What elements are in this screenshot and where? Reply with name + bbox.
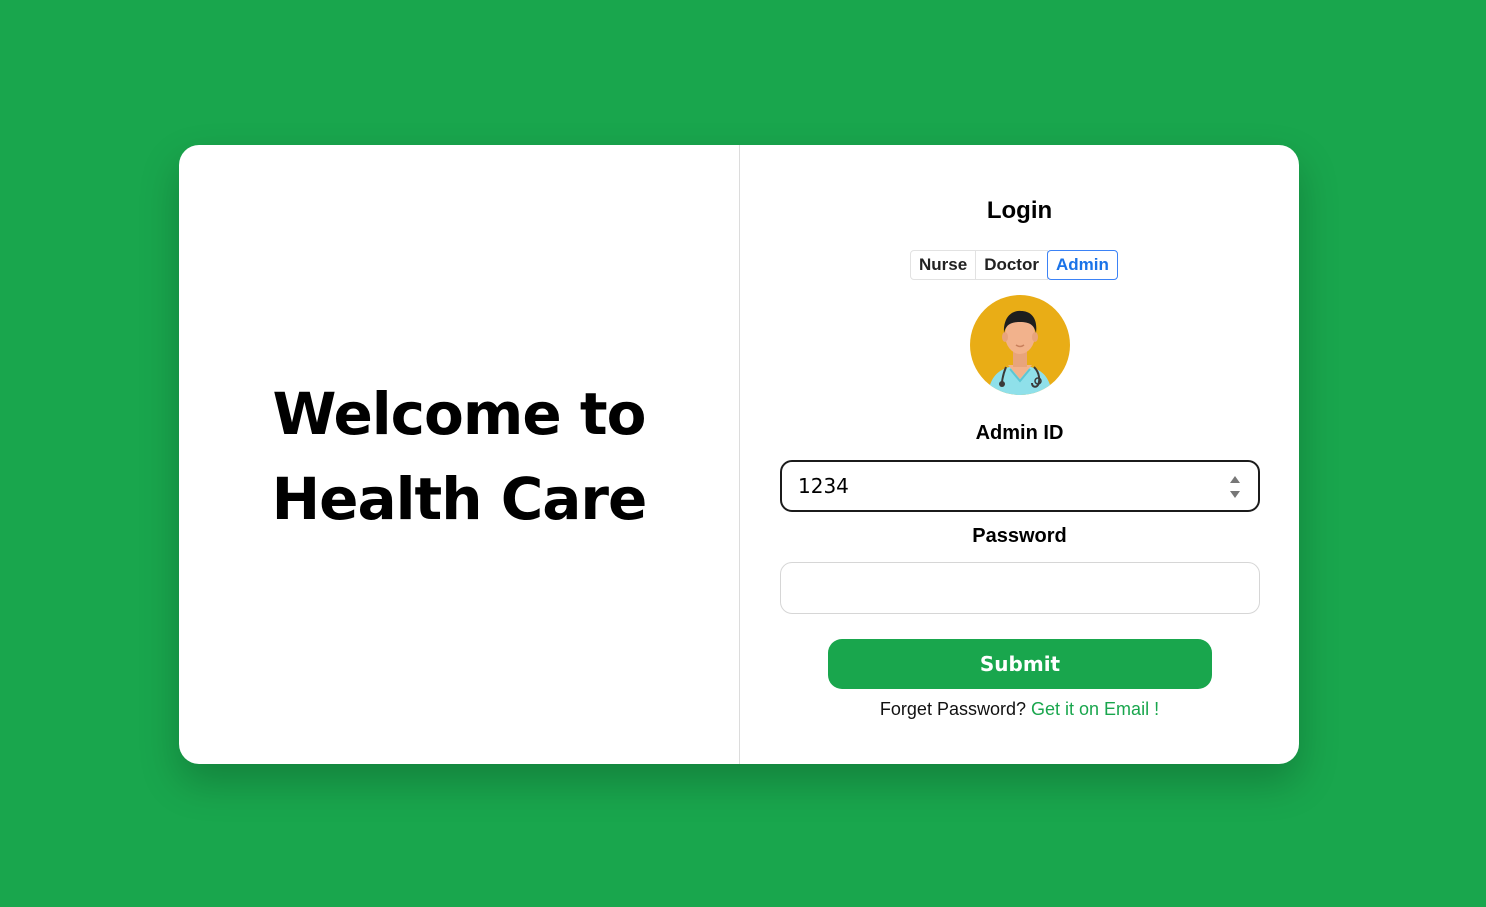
welcome-heading: Welcome to Health Care [249,372,669,542]
welcome-line-2: Health Care [271,464,648,533]
tab-nurse[interactable]: Nurse [910,250,977,280]
role-tabs: Nurse Doctor Admin [910,250,1118,280]
password-label: Password [972,525,1067,547]
admin-id-label: Admin ID [975,422,1064,444]
login-panel: Login Nurse Doctor Admin Admin ID 1234 P… [740,145,1299,764]
welcome-panel: Welcome to Health Care [179,145,740,764]
tab-doctor[interactable]: Doctor [975,250,1048,280]
forgot-password-text: Forget Password? [879,699,1026,719]
login-title: Login [986,197,1053,224]
doctor-avatar-icon [970,295,1070,395]
admin-id-input[interactable] [780,460,1260,512]
number-spinner-icon[interactable] [1228,472,1242,502]
tab-admin[interactable]: Admin [1046,250,1118,280]
login-card: Welcome to Health Care Login Nurse Docto… [179,145,1299,764]
submit-button[interactable]: Submit [828,639,1212,689]
email-reset-link[interactable]: Get it on Email ! [1031,699,1159,719]
forgot-password-row: Forget Password? Get it on Email ! [740,699,1299,720]
welcome-line-1: Welcome to [272,379,647,448]
password-input[interactable] [780,562,1260,614]
